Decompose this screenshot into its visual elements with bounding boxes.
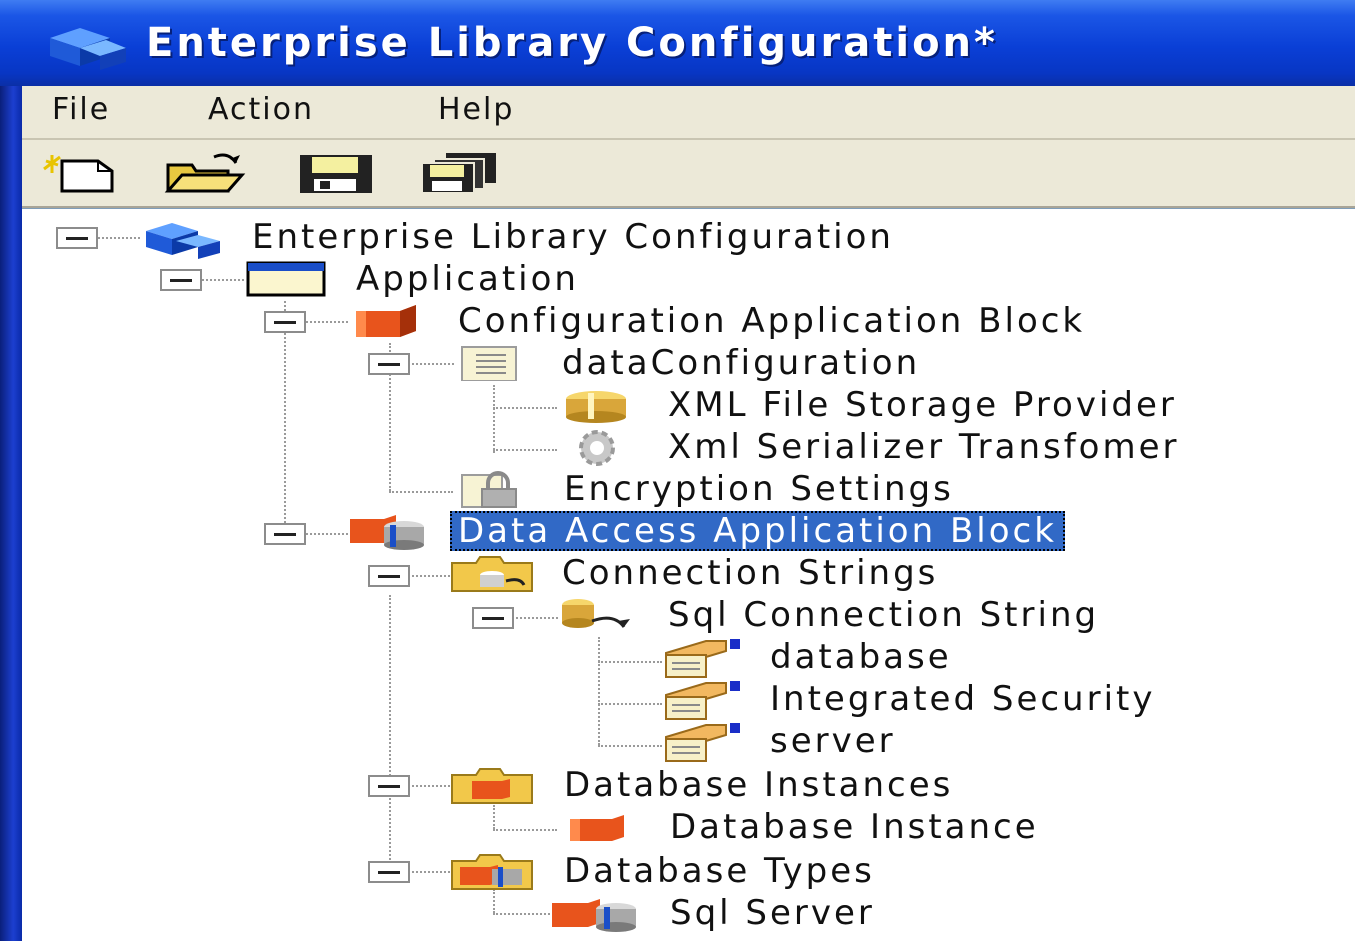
enterprise-library-icon	[50, 28, 126, 70]
tree-node-database-instance[interactable]: Database Instance	[22, 807, 1355, 847]
tree-node-label: Sql Server	[670, 893, 875, 933]
storage-provider-icon	[566, 391, 626, 423]
enterprise-library-icon	[146, 223, 220, 259]
tree-node-label: Database Instances	[564, 765, 954, 805]
title-bar[interactable]: Enterprise Library Configuration*	[0, 0, 1355, 86]
transformer-gear-icon	[579, 430, 615, 466]
tree-node-application[interactable]: Application	[22, 259, 1355, 299]
window-title: Enterprise Library Configuration*	[146, 20, 998, 66]
config-section-icon	[461, 346, 517, 381]
tree-node-xml-file-storage-provider[interactable]: XML File Storage Provider	[22, 385, 1355, 425]
tree-node-label: Configuration Application Block	[458, 301, 1086, 341]
tree-node-label: Encryption Settings	[564, 469, 954, 509]
tree-node-label: Enterprise Library Configuration	[252, 217, 894, 257]
tree-node-data-access-application-block[interactable]: Data Access Application Block	[22, 511, 1355, 551]
database-types-folder-icon	[451, 854, 533, 890]
open-button[interactable]	[162, 148, 246, 198]
menu-file[interactable]: File	[44, 90, 118, 129]
configuration-tree[interactable]: Enterprise Library Configuration Applica…	[22, 208, 1355, 941]
tree-node-server[interactable]: server	[22, 721, 1355, 762]
tree-node-label: database	[770, 637, 952, 677]
menu-bar: File Action Help	[22, 86, 1355, 140]
tree-node-label: Sql Connection String	[668, 595, 1100, 635]
save-all-icon	[421, 153, 496, 194]
tree-node-sql-connection-string[interactable]: Sql Connection String	[22, 595, 1355, 635]
tree-node-database-types[interactable]: Database Types	[22, 851, 1355, 891]
new-button[interactable]	[36, 148, 120, 198]
parameter-icon	[665, 639, 740, 678]
tree-node-enterprise-library-configuration[interactable]: Enterprise Library Configuration	[22, 217, 1355, 259]
lock-icon	[461, 471, 517, 508]
configuration-block-icon	[356, 305, 416, 337]
toolbar	[22, 140, 1355, 208]
application-window-icon	[246, 261, 326, 297]
tree-node-label: server	[770, 721, 896, 761]
app-window: Enterprise Library Configuration* File A…	[0, 0, 1355, 941]
connection-string-icon	[562, 599, 630, 628]
tree-node-integrated-security[interactable]: Integrated Security	[22, 679, 1355, 720]
parameter-icon	[665, 681, 740, 720]
sql-server-icon	[552, 899, 636, 932]
tree-node-encryption-settings[interactable]: Encryption Settings	[22, 469, 1355, 509]
tree-node-database-instances[interactable]: Database Instances	[22, 765, 1355, 805]
parameter-icon	[665, 723, 740, 762]
tree-node-label: Integrated Security	[770, 679, 1156, 719]
tree-node-label: Xml Serializer Transfomer	[668, 427, 1180, 467]
connection-strings-folder-icon	[451, 556, 533, 592]
tree-node-label: Application	[356, 259, 579, 299]
save-button[interactable]	[294, 148, 378, 198]
tree-node-dataconfiguration[interactable]: dataConfiguration	[22, 343, 1355, 383]
tree-node-label: Data Access Application Block	[450, 511, 1065, 551]
window-frame-left	[0, 0, 22, 941]
tree-node-xml-serializer-transformer[interactable]: Xml Serializer Transfomer	[22, 427, 1355, 467]
tree-node-configuration-application-block[interactable]: Configuration Application Block	[22, 301, 1355, 341]
tree-node-connection-strings[interactable]: Connection Strings	[22, 553, 1355, 593]
new-icon	[43, 155, 114, 193]
database-instance-icon	[570, 815, 624, 841]
menu-action[interactable]: Action	[200, 90, 322, 129]
menu-help[interactable]: Help	[430, 90, 522, 129]
tree-node-sql-server[interactable]: Sql Server	[22, 893, 1355, 933]
tree-node-label: Database Instance	[670, 807, 1039, 847]
tree-node-label: Connection Strings	[562, 553, 939, 593]
open-icon	[164, 153, 246, 193]
save-icon	[300, 155, 372, 193]
save-all-button[interactable]	[416, 148, 500, 198]
data-access-block-icon	[350, 515, 424, 550]
database-instances-folder-icon	[451, 768, 533, 804]
tree-node-label: dataConfiguration	[562, 343, 921, 383]
tree-node-label: XML File Storage Provider	[668, 385, 1177, 425]
tree-node-database[interactable]: database	[22, 637, 1355, 678]
tree-node-label: Database Types	[564, 851, 875, 891]
